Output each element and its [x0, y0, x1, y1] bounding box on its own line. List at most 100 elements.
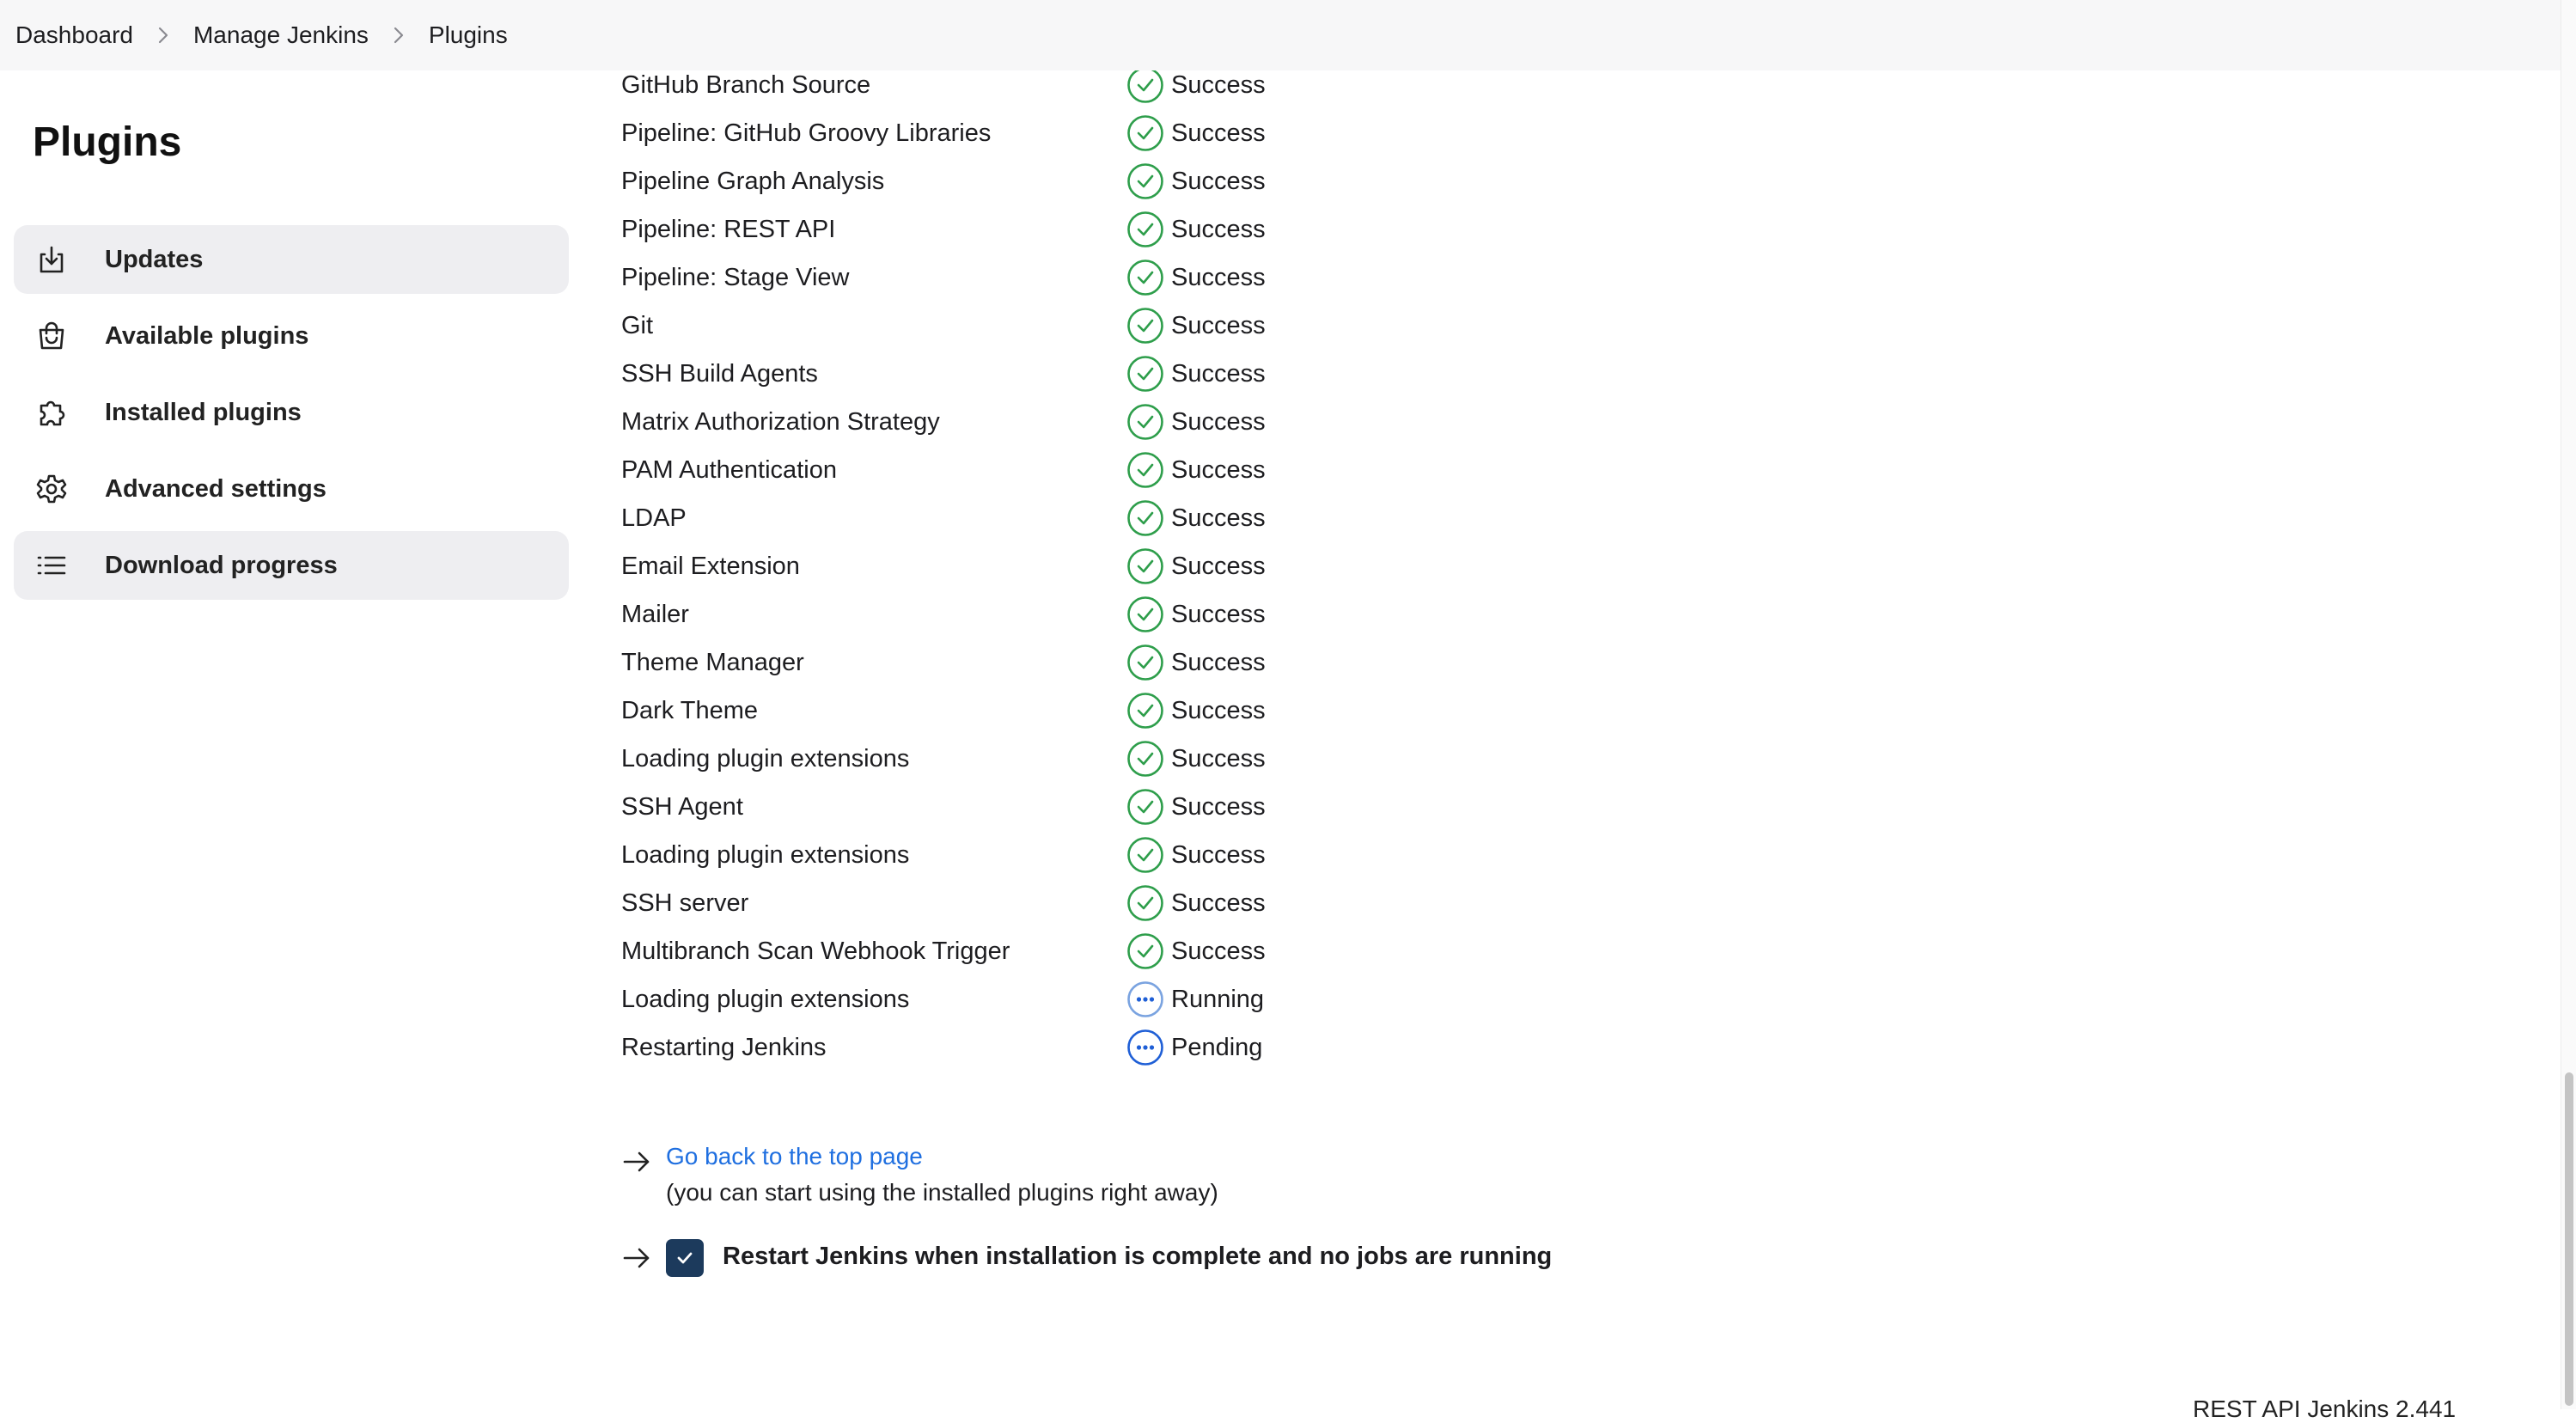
status: Success — [1126, 884, 1266, 922]
status-text: Success — [1171, 745, 1266, 773]
chevron-right-icon — [369, 25, 429, 46]
status-text: Success — [1171, 793, 1266, 821]
sidebar-item-label: Available plugins — [105, 321, 309, 350]
breadcrumb-dashboard[interactable]: Dashboard — [15, 21, 133, 49]
plugin-name: LDAP — [621, 504, 687, 532]
gear-icon — [34, 472, 69, 506]
status-text: Success — [1171, 553, 1266, 580]
check-circle-icon — [1126, 884, 1164, 922]
check-circle-icon — [1126, 644, 1164, 681]
check-circle-icon — [1126, 403, 1164, 441]
status: Success — [1126, 499, 1266, 537]
check-circle-icon — [1126, 836, 1164, 874]
breadcrumb-plugins[interactable]: Plugins — [429, 21, 508, 49]
download-icon — [34, 242, 69, 277]
status: Success — [1126, 644, 1266, 681]
status: Success — [1126, 162, 1266, 200]
status: Success — [1126, 788, 1266, 826]
restart-label[interactable]: Restart Jenkins when installation is com… — [723, 1243, 1552, 1271]
plugin-name: Email Extension — [621, 553, 800, 580]
status: Success — [1126, 66, 1266, 104]
check-circle-icon — [1126, 259, 1164, 296]
ellipsis-circle-icon — [1126, 980, 1164, 1018]
check-circle-icon — [1126, 307, 1164, 345]
status: Success — [1126, 547, 1266, 585]
sidebar-item-download-progress[interactable]: Download progress — [14, 531, 569, 600]
plugin-name: Loading plugin extensions — [621, 745, 910, 773]
status: Success — [1126, 307, 1266, 345]
sidebar-item-label: Installed plugins — [105, 398, 302, 426]
sidebar: Updates Available plugins Installed plug… — [14, 225, 569, 608]
status-text: Success — [1171, 119, 1266, 147]
status: Success — [1126, 259, 1266, 296]
status: Pending — [1126, 1029, 1262, 1066]
restart-checkbox[interactable] — [666, 1239, 704, 1277]
sidebar-item-installed-plugins[interactable]: Installed plugins — [14, 378, 569, 447]
sidebar-item-label: Advanced settings — [105, 474, 327, 503]
check-circle-icon — [1126, 740, 1164, 778]
page-title: Plugins — [33, 119, 182, 165]
status: Success — [1126, 114, 1266, 152]
check-circle-icon — [1126, 932, 1164, 970]
status-text: Success — [1171, 504, 1266, 532]
status-text: Success — [1171, 264, 1266, 291]
sidebar-item-available-plugins[interactable]: Available plugins — [14, 302, 569, 370]
status: Success — [1126, 403, 1266, 441]
plugin-name: Mailer — [621, 601, 689, 628]
scrollbar-thumb[interactable] — [2565, 1072, 2573, 1406]
plugin-name: Multibranch Scan Webhook Trigger — [621, 937, 1010, 965]
sidebar-item-label: Updates — [105, 245, 204, 273]
plugin-name: Theme Manager — [621, 649, 804, 676]
status: Success — [1126, 355, 1266, 393]
plugin-name: Loading plugin extensions — [621, 986, 910, 1013]
plugin-name: PAM Authentication — [621, 456, 837, 484]
status: Success — [1126, 692, 1266, 730]
status: Success — [1126, 451, 1266, 489]
breadcrumb-manage-jenkins[interactable]: Manage Jenkins — [193, 21, 369, 49]
shopping-bag-icon — [34, 319, 69, 353]
status: Running — [1126, 980, 1264, 1018]
check-circle-icon — [1126, 162, 1164, 200]
status-text: Success — [1171, 937, 1266, 965]
go-back-link[interactable]: Go back to the top page — [666, 1143, 923, 1170]
check-circle-icon — [1126, 451, 1164, 489]
status: Success — [1126, 211, 1266, 248]
plugin-name: Dark Theme — [621, 697, 759, 724]
check-circle-icon — [1126, 692, 1164, 730]
arrow-right-icon — [621, 1243, 652, 1273]
scrollbar[interactable] — [2561, 0, 2576, 1409]
status-text: Success — [1171, 216, 1266, 243]
plugin-name: Pipeline: Stage View — [621, 264, 850, 291]
list-icon — [34, 548, 69, 583]
status-text: Success — [1171, 649, 1266, 676]
check-circle-icon — [1126, 595, 1164, 633]
plugin-name: SSH Agent — [621, 793, 743, 821]
sidebar-item-label: Download progress — [105, 551, 338, 579]
arrow-right-icon — [621, 1146, 652, 1177]
check-circle-icon — [1126, 211, 1164, 248]
plugin-name: Matrix Authorization Strategy — [621, 408, 940, 436]
footer: REST API Jenkins 2.441 — [2193, 1396, 2457, 1422]
plugin-name: SSH server — [621, 889, 749, 917]
plugin-name: Git — [621, 312, 654, 339]
sidebar-item-advanced-settings[interactable]: Advanced settings — [14, 455, 569, 523]
check-circle-icon — [1126, 114, 1164, 152]
ellipsis-circle-icon — [1126, 1029, 1164, 1066]
plugin-name: Pipeline Graph Analysis — [621, 168, 885, 195]
plugin-name: Pipeline: REST API — [621, 216, 836, 243]
status-text: Success — [1171, 456, 1266, 484]
status-text: Success — [1171, 601, 1266, 628]
status-text: Success — [1171, 408, 1266, 436]
sidebar-item-updates[interactable]: Updates — [14, 225, 569, 294]
check-circle-icon — [1126, 788, 1164, 826]
plugin-name: Restarting Jenkins — [621, 1034, 827, 1061]
status-text: Success — [1171, 360, 1266, 388]
breadcrumb: Dashboard Manage Jenkins Plugins — [0, 0, 2561, 70]
check-circle-icon — [1126, 355, 1164, 393]
plugin-name: Loading plugin extensions — [621, 841, 910, 869]
status-text: Success — [1171, 841, 1266, 869]
chevron-right-icon — [133, 25, 193, 46]
check-circle-icon — [1126, 499, 1164, 537]
status-text: Success — [1171, 889, 1266, 917]
status-text: Success — [1171, 312, 1266, 339]
